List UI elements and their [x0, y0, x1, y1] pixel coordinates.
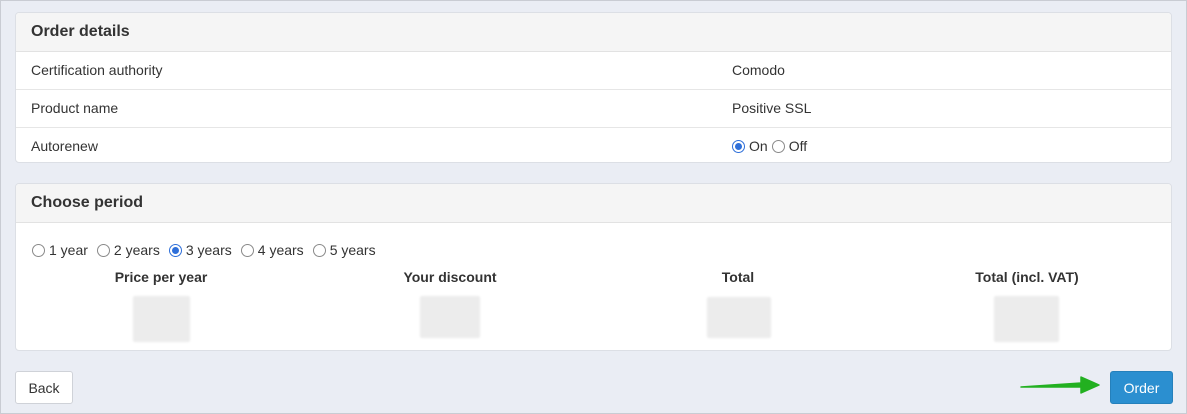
total-incl-vat-value-redacted — [994, 296, 1059, 342]
choose-period-panel: Choose period 1 year 2 years 3 years 4 y… — [15, 183, 1172, 351]
option-label: On — [749, 138, 768, 154]
period-option-5-years[interactable]: 5 years — [312, 242, 376, 258]
autorenew-on-radio[interactable] — [732, 140, 745, 153]
back-button[interactable]: Back — [15, 371, 73, 404]
your-discount-header: Your discount — [403, 269, 497, 285]
period-option-1-year[interactable]: 1 year — [32, 242, 88, 258]
period-option-2-years[interactable]: 2 years — [96, 242, 160, 258]
option-label: 1 year — [49, 242, 88, 258]
autorenew-on-option[interactable]: On — [732, 128, 768, 162]
period-radio[interactable] — [96, 243, 110, 257]
period-radio[interactable] — [32, 243, 45, 257]
autorenew-row: Autorenew On Off — [16, 128, 1171, 162]
row-label: Product name — [31, 100, 119, 116]
row-label: Certification authority — [31, 62, 163, 78]
product-name-row: Product name Positive SSL — [16, 90, 1171, 128]
period-radio[interactable] — [168, 243, 182, 257]
your-discount-value-redacted — [420, 296, 480, 338]
autorenew-label: Autorenew — [31, 138, 98, 154]
option-label: 3 years — [185, 242, 232, 258]
autorenew-options: On Off — [732, 128, 808, 162]
price-per-year-header: Price per year — [114, 269, 208, 285]
certification-authority-row: Certification authority Comodo — [16, 52, 1171, 90]
row-value: Comodo — [732, 62, 785, 78]
price-per-year-value-redacted — [133, 296, 190, 342]
autorenew-off-option[interactable]: Off — [771, 128, 808, 162]
period-radio[interactable] — [312, 243, 326, 257]
total-value-redacted — [707, 297, 771, 338]
period-option-4-years[interactable]: 4 years — [240, 242, 304, 258]
choose-period-title: Choose period — [16, 184, 1171, 223]
arrow-icon — [1020, 376, 1100, 394]
order-details-title: Order details — [16, 13, 1171, 52]
period-option-3-years[interactable]: 3 years — [168, 242, 232, 258]
period-radio[interactable] — [240, 243, 254, 257]
order-details-panel: Order details Certification authority Co… — [15, 12, 1172, 163]
option-label: 5 years — [329, 242, 376, 258]
period-options: 1 year 2 years 3 years 4 years 5 years — [32, 242, 385, 258]
option-label: 2 years — [113, 242, 160, 258]
order-button[interactable]: Order — [1110, 371, 1173, 404]
option-label: 4 years — [257, 242, 304, 258]
total-incl-vat-header: Total (incl. VAT) — [975, 269, 1079, 285]
option-label: Off — [788, 138, 808, 154]
autorenew-off-radio[interactable] — [771, 140, 785, 153]
row-value: Positive SSL — [732, 100, 812, 116]
total-header: Total — [721, 269, 755, 285]
